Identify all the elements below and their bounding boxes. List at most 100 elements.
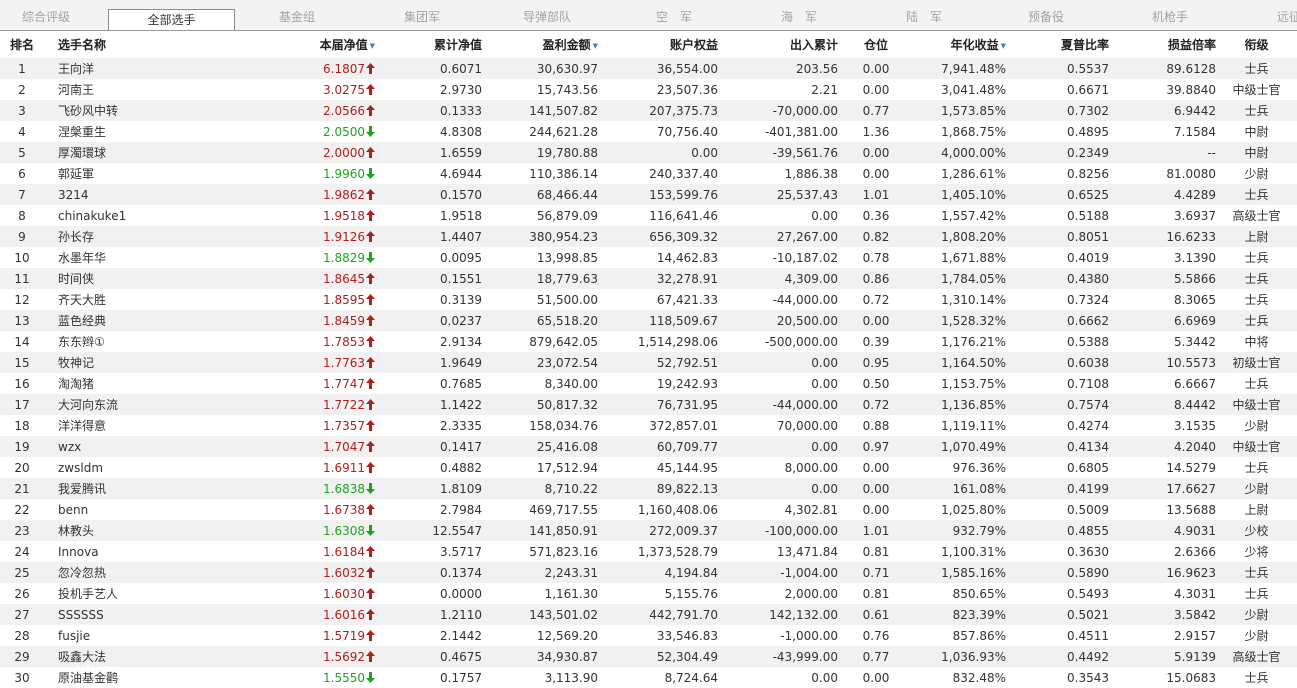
table-row[interactable]: 28 fusjie 1.5719 2.1442 12,569.20 33,546.83 -1… bbox=[0, 625, 1297, 646]
table-row[interactable]: 23 林教头 1.6308 12.5547 141,850.91 272,009.37 -1… bbox=[0, 520, 1297, 541]
column-header-2[interactable]: 本届净值 ▼ bbox=[224, 31, 379, 58]
player-name-cell[interactable]: wzx bbox=[44, 436, 224, 457]
player-name-cell[interactable]: 淘淘猪 bbox=[44, 373, 224, 394]
tab-1[interactable]: 全部选手 bbox=[108, 9, 235, 30]
table-row[interactable]: 1 王向洋 6.1807 0.6071 30,630.97 36,554.00 203.56… bbox=[0, 58, 1297, 79]
sharpe-cell: 0.5021 bbox=[1012, 604, 1118, 625]
column-header-1[interactable]: 选手名称 bbox=[44, 31, 224, 58]
cumulative-nav-cell: 1.6559 bbox=[379, 142, 486, 163]
table-row[interactable]: 10 水墨年华 1.8829 0.0095 13,998.85 14,462.83 -10,… bbox=[0, 247, 1297, 268]
player-name-cell[interactable]: 忽冷忽热 bbox=[44, 562, 224, 583]
table-row[interactable]: 21 我爱腾讯 1.6838 1.8109 8,710.22 89,822.13 0.00 0… bbox=[0, 478, 1297, 499]
tab-7[interactable]: 陆 军 bbox=[906, 0, 942, 30]
player-name-cell[interactable]: 水墨年华 bbox=[44, 247, 224, 268]
player-name-cell[interactable]: chinakuke1 bbox=[44, 205, 224, 226]
player-name-cell[interactable]: 牧神记 bbox=[44, 352, 224, 373]
player-name-cell[interactable]: SSSSSS bbox=[44, 604, 224, 625]
column-header-7[interactable]: 仓位 bbox=[846, 31, 906, 58]
table-row[interactable]: 7 3214 1.9862 0.1570 68,466.44 153,599.76 25,5… bbox=[0, 184, 1297, 205]
column-header-10[interactable]: 损益倍率 bbox=[1118, 31, 1224, 58]
rank-title-cell: 中级士官 bbox=[1224, 79, 1297, 100]
column-header-6[interactable]: 出入累计 bbox=[726, 31, 846, 58]
rank-title-cell: 士兵 bbox=[1224, 583, 1297, 604]
annual-return-cell: 3,041.48% bbox=[906, 79, 1012, 100]
player-name-cell[interactable]: 大河向东流 bbox=[44, 394, 224, 415]
column-header-label: 账户权益 bbox=[669, 38, 718, 52]
table-row[interactable]: 18 洋洋得意 1.7357 2.3335 158,034.76 372,857.01 70… bbox=[0, 415, 1297, 436]
table-row[interactable]: 26 投机手艺人 1.6030 0.0000 1,161.30 5,155.76 2,000… bbox=[0, 583, 1297, 604]
table-row[interactable]: 12 齐天大胜 1.8595 0.3139 51,500.00 67,421.33 -44,… bbox=[0, 289, 1297, 310]
table-row[interactable]: 4 涅槃重生 2.0500 4.8308 244,621.28 70,756.40 -401… bbox=[0, 121, 1297, 142]
column-header-label: 选手名称 bbox=[58, 38, 107, 52]
column-header-5[interactable]: 账户权益 bbox=[606, 31, 726, 58]
player-name-cell[interactable]: 厚濁環球 bbox=[44, 142, 224, 163]
table-row[interactable]: 3 飞砂风中转 2.0566 0.1333 141,507.82 207,375.73 -7… bbox=[0, 100, 1297, 121]
player-name-cell[interactable]: 郭延軍 bbox=[44, 163, 224, 184]
player-name-cell[interactable]: 林教头 bbox=[44, 520, 224, 541]
rank-title-cell: 少尉 bbox=[1224, 604, 1297, 625]
tab-5[interactable]: 空 军 bbox=[656, 0, 692, 30]
current-nav-value: 1.6911 bbox=[323, 460, 365, 475]
tab-6[interactable]: 海 军 bbox=[781, 0, 817, 30]
tab-0[interactable]: 综合评级 bbox=[22, 0, 70, 30]
player-name-cell[interactable]: 孙长存 bbox=[44, 226, 224, 247]
tab-3[interactable]: 集团军 bbox=[404, 0, 440, 30]
player-name-cell[interactable]: 王向洋 bbox=[44, 58, 224, 79]
table-row[interactable]: 11 时间侠 1.8645 0.1551 18,779.63 32,278.91 4,309… bbox=[0, 268, 1297, 289]
column-header-9[interactable]: 夏普比率 bbox=[1012, 31, 1118, 58]
column-header-11[interactable]: 衔级 bbox=[1224, 31, 1297, 58]
player-name-cell[interactable]: 飞砂风中转 bbox=[44, 100, 224, 121]
player-name-cell[interactable]: 洋洋得意 bbox=[44, 415, 224, 436]
column-header-0[interactable]: 排名 bbox=[0, 31, 44, 58]
player-name-cell[interactable]: 3214 bbox=[44, 184, 224, 205]
table-row[interactable]: 27 SSSSSS 1.6016 1.2110 143,501.02 442,791.70… bbox=[0, 604, 1297, 625]
table-row[interactable]: 29 吸鑫大法 1.5692 0.4675 34,930.87 52,304.49 -43,… bbox=[0, 646, 1297, 667]
table-row[interactable]: 20 zwsldm 1.6911 0.4882 17,512.94 45,144.95 8,… bbox=[0, 457, 1297, 478]
table-row[interactable]: 15 牧神记 1.7763 1.9649 23,072.54 52,792.51 0.00 0… bbox=[0, 352, 1297, 373]
column-header-3[interactable]: 累计净值 bbox=[379, 31, 486, 58]
sort-desc-icon[interactable]: ▼ bbox=[1001, 42, 1006, 50]
table-row[interactable]: 2 河南王 3.0275 2.9730 15,743.56 23,507.36 2.21 0.… bbox=[0, 79, 1297, 100]
table-row[interactable]: 14 东东辫① 1.7853 2.9134 879,642.05 1,514,298.06… bbox=[0, 331, 1297, 352]
player-name-cell[interactable]: 涅槃重生 bbox=[44, 121, 224, 142]
table-row[interactable]: 17 大河向东流 1.7722 1.1422 50,817.32 76,731.95 -44… bbox=[0, 394, 1297, 415]
player-name-cell[interactable]: 投机手艺人 bbox=[44, 583, 224, 604]
table-row[interactable]: 9 孙长存 1.9126 1.4407 380,954.23 656,309.32 27,2… bbox=[0, 226, 1297, 247]
table-row[interactable]: 22 benn 1.6738 2.7984 469,717.55 1,160,408.06… bbox=[0, 499, 1297, 520]
player-name-cell[interactable]: 我爱腾讯 bbox=[44, 478, 224, 499]
inout-cell: 0.00 bbox=[726, 373, 846, 394]
player-name-cell[interactable]: 齐天大胜 bbox=[44, 289, 224, 310]
player-name-cell[interactable]: 原油基金鹳 bbox=[44, 667, 224, 688]
table-row[interactable]: 25 忽冷忽热 1.6032 0.1374 2,243.31 4,194.84 -1,004… bbox=[0, 562, 1297, 583]
current-nav-value: 1.6184 bbox=[323, 544, 365, 559]
position-cell: 0.00 bbox=[846, 58, 906, 79]
table-row[interactable]: 5 厚濁環球 2.0000 1.6559 19,780.88 0.00 -39,561.76… bbox=[0, 142, 1297, 163]
player-name-cell[interactable]: 东东辫① bbox=[44, 331, 224, 352]
tab-4[interactable]: 导弹部队 bbox=[523, 0, 571, 30]
table-row[interactable]: 6 郭延軍 1.9960 4.6944 110,386.14 240,337.40 1,88… bbox=[0, 163, 1297, 184]
player-name-cell[interactable]: 河南王 bbox=[44, 79, 224, 100]
player-name-cell[interactable]: 吸鑫大法 bbox=[44, 646, 224, 667]
sort-desc-icon[interactable]: ▼ bbox=[370, 42, 375, 50]
tab-8[interactable]: 预备役 bbox=[1028, 0, 1064, 30]
player-name-cell[interactable]: 时间侠 bbox=[44, 268, 224, 289]
table-row[interactable]: 13 蓝色经典 1.8459 0.0237 65,518.20 118,509.67 20,… bbox=[0, 310, 1297, 331]
player-name-cell[interactable]: Innova bbox=[44, 541, 224, 562]
player-name-cell[interactable]: benn bbox=[44, 499, 224, 520]
table-row[interactable]: 24 Innova 1.6184 3.5717 571,823.16 1,373,528.… bbox=[0, 541, 1297, 562]
equity-cell: 1,373,528.79 bbox=[606, 541, 726, 562]
tab-9[interactable]: 机枪手 bbox=[1152, 0, 1188, 30]
column-header-4[interactable]: 盈利金额 ▼ bbox=[486, 31, 606, 58]
sort-desc-icon[interactable]: ▼ bbox=[593, 42, 598, 50]
player-name-cell[interactable]: zwsldm bbox=[44, 457, 224, 478]
tab-2[interactable]: 基金组 bbox=[279, 0, 315, 30]
column-header-label: 盈利金额 bbox=[542, 38, 591, 52]
player-name-cell[interactable]: fusjie bbox=[44, 625, 224, 646]
table-row[interactable]: 19 wzx 1.7047 0.1417 25,416.08 60,709.77 0.00 0… bbox=[0, 436, 1297, 457]
tab-10[interactable]: 远征 bbox=[1277, 0, 1297, 30]
table-row[interactable]: 30 原油基金鹳 1.5550 0.1757 3,113.90 8,724.64 0.00 0… bbox=[0, 667, 1297, 688]
column-header-8[interactable]: 年化收益 ▼ bbox=[906, 31, 1012, 58]
player-name-cell[interactable]: 蓝色经典 bbox=[44, 310, 224, 331]
table-row[interactable]: 16 淘淘猪 1.7747 0.7685 8,340.00 19,242.93 0.00 0.… bbox=[0, 373, 1297, 394]
table-row[interactable]: 8 chinakuke1 1.9518 1.9518 56,879.09 116,641.… bbox=[0, 205, 1297, 226]
